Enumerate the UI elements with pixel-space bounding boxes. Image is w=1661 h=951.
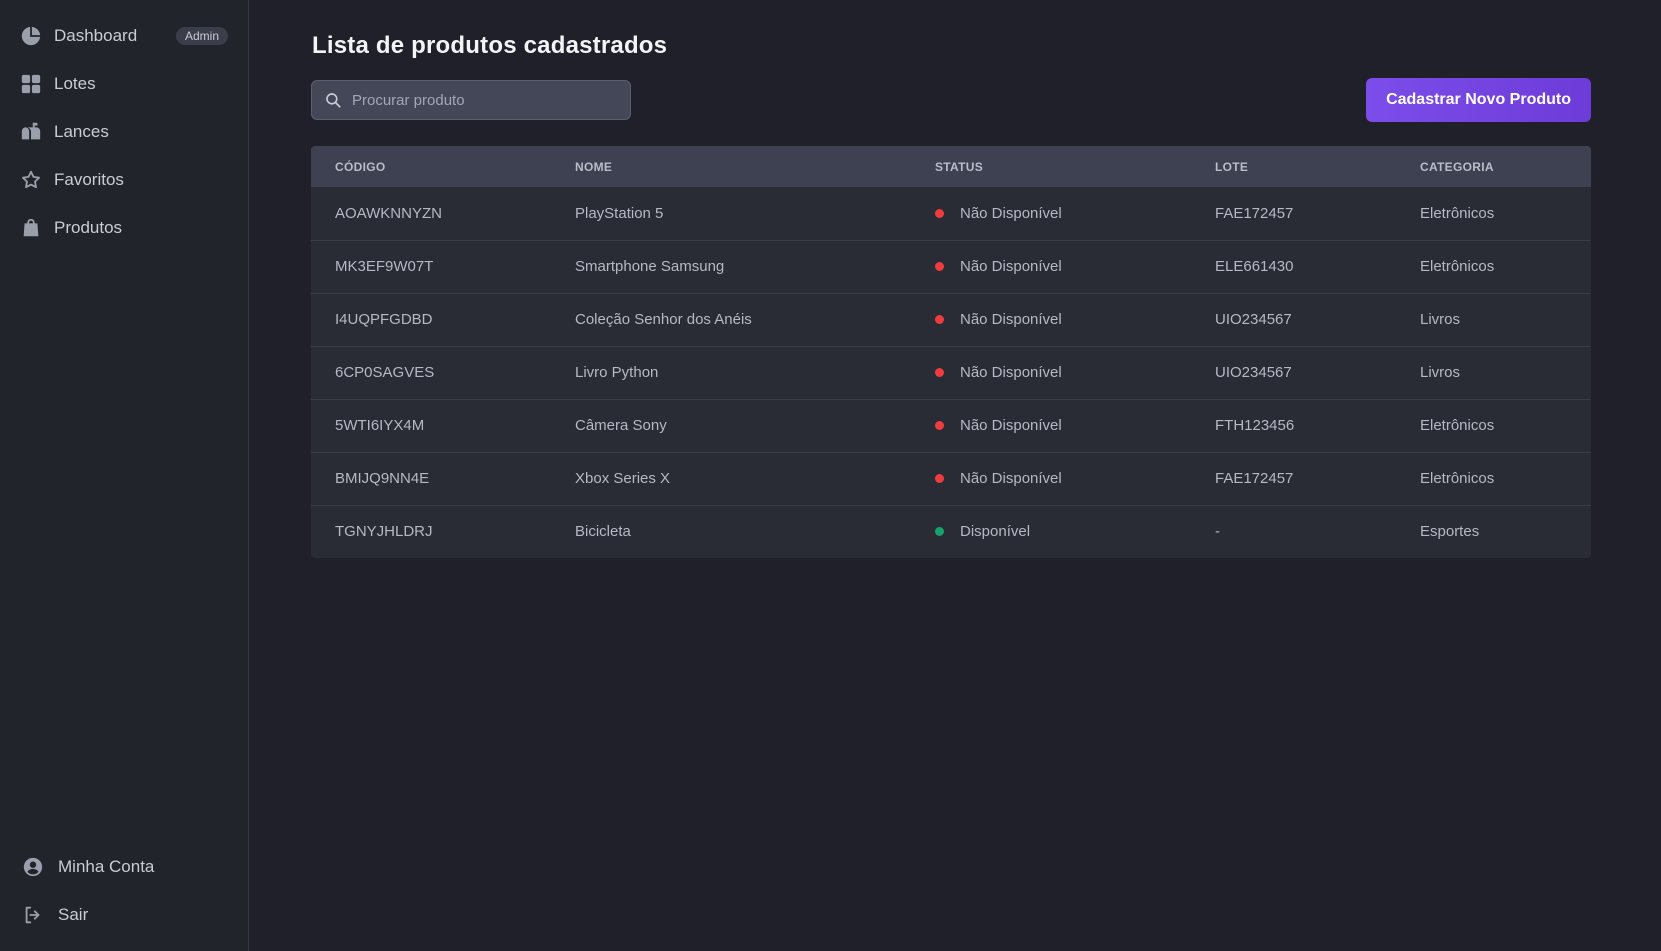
mailbox-icon: [20, 121, 42, 143]
table-row[interactable]: 6CP0SAGVES Livro Python Não Disponível U…: [311, 346, 1591, 399]
admin-badge: Admin: [175, 27, 228, 45]
cell-status: Não Disponível: [911, 346, 1191, 399]
column-header-status: STATUS: [935, 159, 984, 174]
status-dot: [935, 527, 944, 537]
star-icon: [20, 169, 42, 191]
status-dot: [935, 315, 944, 324]
sidebar-item-favoritos[interactable]: Favoritos: [0, 156, 248, 204]
page-title: Lista de produtos cadastrados: [312, 32, 668, 59]
status-label: Não Disponível: [960, 417, 1062, 434]
table-row[interactable]: TGNYJHLDRJ Bicicleta Disponível - Esport…: [311, 505, 1591, 558]
user-circle-icon: [22, 856, 44, 878]
sidebar-bottom-nav: Minha Conta Sair: [0, 843, 248, 939]
cell-name: Xbox Series X: [575, 470, 671, 487]
cell-lote: FTH123456: [1215, 417, 1295, 434]
cell-category: Eletrônicos: [1420, 470, 1495, 487]
cell-code: I4UQPFGDBD: [335, 311, 433, 328]
sidebar-item-label: Minha Conta: [58, 857, 155, 876]
sidebar-nav: Dashboard Admin Lotes Lances Favoritos P…: [0, 12, 248, 252]
cell-name: Coleção Senhor dos Anéis: [575, 311, 752, 328]
cell-status: Disponível: [911, 505, 1191, 558]
column-header-categoria: CATEGORIA: [1420, 159, 1494, 174]
cell-code: MK3EF9W07T: [335, 258, 434, 275]
cell-status: Não Disponível: [911, 399, 1191, 452]
cell-category: Eletrônicos: [1420, 258, 1495, 275]
search-box: [311, 80, 631, 120]
cell-status: Não Disponível: [911, 452, 1191, 505]
sidebar-item-label: Favoritos: [54, 170, 124, 189]
status-dot: [935, 474, 944, 483]
cell-category: Eletrônicos: [1420, 204, 1495, 222]
status-label: Não Disponível: [960, 258, 1062, 275]
sidebar-item-label: Sair: [58, 905, 89, 924]
status-dot: [935, 421, 944, 430]
sidebar-item-sair[interactable]: Sair: [0, 891, 248, 939]
cell-name: Smartphone Samsung: [575, 258, 725, 275]
cell-status: Não Disponível: [911, 240, 1191, 293]
app: Dashboard Admin Lotes Lances Favoritos P…: [0, 0, 1661, 951]
cell-lote: -: [1215, 523, 1220, 541]
cell-category: Livros: [1420, 311, 1461, 328]
status-label: Disponível: [960, 523, 1031, 541]
cell-category: Livros: [1420, 364, 1461, 381]
cell-code: 6CP0SAGVES: [335, 364, 435, 381]
sidebar-item-lotes[interactable]: Lotes: [0, 60, 248, 108]
main-content: Lista de produtos cadastrados Cadastrar …: [249, 0, 1661, 951]
cell-name: Livro Python: [575, 364, 659, 381]
status-label: Não Disponível: [960, 364, 1062, 381]
column-header-codigo: CÓDIGO: [335, 159, 386, 174]
cell-lote: ELE661430: [1215, 258, 1294, 275]
status-label: Não Disponível: [960, 470, 1062, 487]
column-header-lote: LOTE: [1215, 159, 1249, 174]
table-row[interactable]: AOAWKNNYZN PlayStation 5 Não Disponível …: [311, 187, 1591, 240]
cell-lote: FAE172457: [1215, 470, 1294, 487]
status-dot: [935, 208, 944, 218]
sidebar-item-label: Lances: [54, 122, 109, 141]
cell-name: Bicicleta: [575, 523, 631, 541]
cell-category: Esportes: [1420, 523, 1480, 541]
cell-lote: FAE172457: [1215, 204, 1294, 222]
sidebar-item-produtos[interactable]: Produtos: [0, 204, 248, 252]
status-label: Não Disponível: [960, 204, 1062, 222]
shopping-bag-icon: [20, 217, 42, 239]
cell-code: TGNYJHLDRJ: [335, 523, 433, 541]
table-row[interactable]: MK3EF9W07T Smartphone Samsung Não Dispon…: [311, 240, 1591, 293]
sidebar-item-dashboard[interactable]: Dashboard Admin: [0, 12, 248, 60]
cell-status: Não Disponível: [911, 293, 1191, 346]
search-icon: [324, 91, 342, 109]
cell-code: AOAWKNNYZN: [335, 204, 442, 222]
status-dot: [935, 368, 944, 377]
table-row[interactable]: BMIJQ9NN4E Xbox Series X Não Disponível …: [311, 452, 1591, 505]
cell-code: 5WTI6IYX4M: [335, 417, 425, 434]
products-table-container: CÓDIGO NOME STATUS LOTE CATEGORIA AOAWKN…: [311, 146, 1591, 558]
status-label: Não Disponível: [960, 311, 1062, 328]
cell-lote: UIO234567: [1215, 311, 1292, 328]
search-input[interactable]: [352, 91, 618, 109]
new-product-button[interactable]: Cadastrar Novo Produto: [1366, 78, 1591, 122]
status-dot: [935, 262, 944, 271]
toolbar: Cadastrar Novo Produto: [311, 78, 1599, 122]
sidebar-item-label: Dashboard: [54, 26, 138, 45]
cell-category: Eletrônicos: [1420, 417, 1495, 434]
cell-name: Câmera Sony: [575, 417, 667, 434]
cell-code: BMIJQ9NN4E: [335, 470, 430, 487]
sidebar-item-label: Produtos: [54, 218, 123, 237]
pie-chart-icon: [20, 25, 42, 47]
column-header-nome: NOME: [575, 159, 613, 174]
sidebar-item-label: Lotes: [54, 74, 96, 93]
cell-lote: UIO234567: [1215, 364, 1292, 381]
table-header-row: CÓDIGO NOME STATUS LOTE CATEGORIA: [311, 146, 1591, 187]
sidebar-item-lances[interactable]: Lances: [0, 108, 248, 156]
logout-icon: [22, 904, 44, 926]
cell-name: PlayStation 5: [575, 204, 664, 222]
grid-icon: [20, 73, 42, 95]
sidebar: Dashboard Admin Lotes Lances Favoritos P…: [0, 0, 249, 951]
sidebar-item-minha-conta[interactable]: Minha Conta: [0, 843, 248, 891]
table-row[interactable]: 5WTI6IYX4M Câmera Sony Não Disponível FT…: [311, 399, 1591, 452]
cell-status: Não Disponível: [911, 187, 1191, 240]
table-row[interactable]: I4UQPFGDBD Coleção Senhor dos Anéis Não …: [311, 293, 1591, 346]
products-table: CÓDIGO NOME STATUS LOTE CATEGORIA AOAWKN…: [311, 146, 1591, 558]
